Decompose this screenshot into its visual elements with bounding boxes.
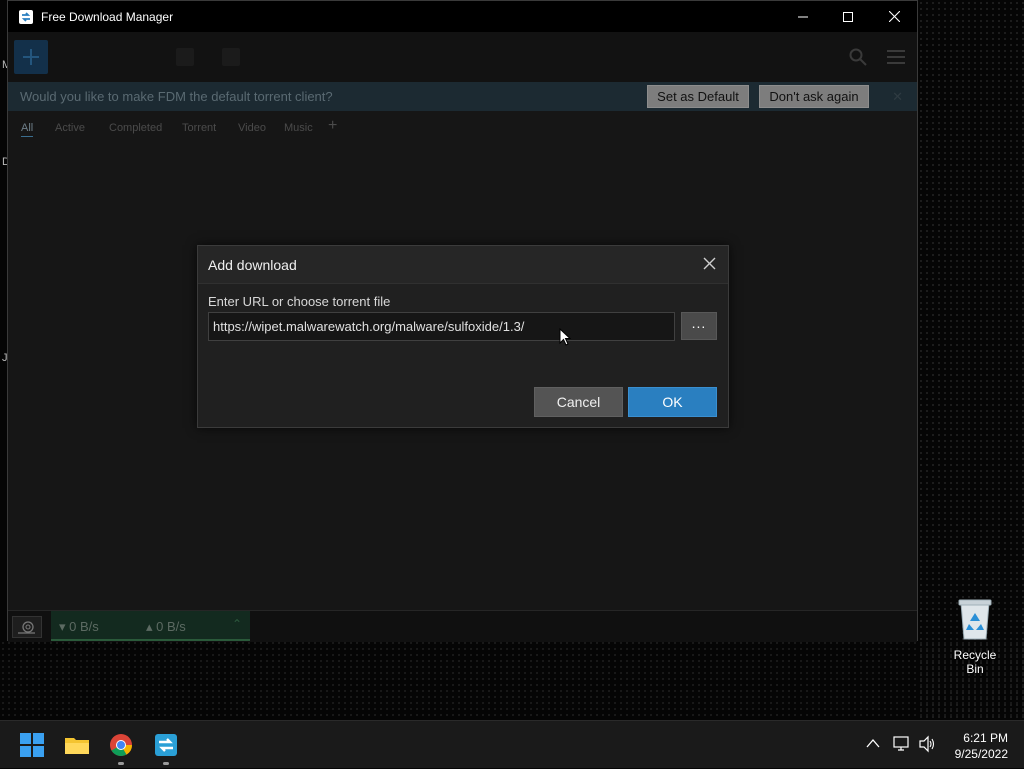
fdm-taskbar-button[interactable] [146,721,186,769]
fdm-logo-icon [19,9,33,24]
minimize-button[interactable] [780,1,826,32]
close-window-button[interactable] [871,1,917,32]
tab-video[interactable]: Video [238,122,266,134]
dont-ask-again-button[interactable]: Don't ask again [759,85,869,108]
chrome-button[interactable] [101,721,141,769]
clock-date: 9/25/2022 [954,747,1008,761]
status-bar: ▾ 0 B/s ▴ 0 B/s ⌃ [8,610,917,642]
url-input[interactable] [208,312,675,341]
desktop-background-lower [0,640,1024,720]
system-clock[interactable]: 6:21 PM 9/25/2022 [955,730,1008,762]
search-icon[interactable] [849,48,867,66]
upload-speed: ▴ 0 B/s [146,619,186,634]
title-bar[interactable]: Free Download Manager [8,1,917,32]
toolbar-pause-icon[interactable] [222,48,240,66]
notification-close-icon[interactable]: ✕ [892,89,903,105]
hamburger-menu-icon[interactable] [887,50,905,64]
add-filter-icon[interactable]: + [328,117,337,135]
recycle-bin-icon [958,599,992,640]
volume-icon[interactable] [918,735,936,753]
file-explorer-icon [65,738,89,754]
url-field-label: Enter URL or choose torrent file [208,294,391,309]
tab-active[interactable]: Active [55,122,85,134]
minimize-icon [798,16,808,17]
browse-button[interactable]: ... [681,312,717,340]
running-indicator [163,762,169,765]
speed-indicator[interactable]: ▾ 0 B/s ▴ 0 B/s ⌃ [51,611,250,641]
add-download-button[interactable] [14,40,48,74]
add-download-dialog: Add download Enter URL or choose torrent… [197,245,729,428]
recycle-bin-label: Recycle Bin [953,648,997,676]
chevron-up-icon[interactable] [866,738,880,748]
upload-speed-value: 0 B/s [156,619,186,634]
download-speed-value: 0 B/s [69,619,99,634]
maximize-button[interactable] [825,1,871,32]
default-client-notification: Would you like to make FDM the default t… [8,82,917,111]
dialog-close-icon[interactable] [703,257,716,270]
ok-button[interactable]: OK [628,387,717,417]
snail-mode-button[interactable] [12,616,42,638]
start-button[interactable] [12,721,52,769]
dialog-header[interactable]: Add download [198,246,728,284]
fdm-icon [155,734,177,756]
tab-completed[interactable]: Completed [109,122,162,134]
chrome-icon [110,734,132,756]
tab-torrent[interactable]: Torrent [182,122,216,134]
mouse-cursor-icon [559,328,571,346]
recycle-bin[interactable]: Recycle Bin [944,597,1006,676]
tab-all[interactable]: All [21,122,34,137]
window-title: Free Download Manager [41,9,174,24]
close-icon [888,11,900,22]
maximize-icon [843,11,853,22]
chevron-up-icon: ⌃ [231,617,242,631]
start-icon [20,733,44,757]
snail-icon [18,621,35,634]
running-indicator [118,762,124,765]
cancel-button[interactable]: Cancel [534,387,623,417]
dialog-title: Add download [208,257,297,273]
network-icon[interactable] [893,735,911,753]
toolbar-resume-icon[interactable] [176,48,194,66]
notification-text: Would you like to make FDM the default t… [20,89,333,104]
tab-music[interactable]: Music [284,122,313,134]
file-explorer-button[interactable] [57,721,97,769]
set-as-default-button[interactable]: Set as Default [647,85,749,108]
taskbar: 6:21 PM 9/25/2022 [0,720,1024,768]
toolbar [8,32,917,82]
plus-icon [23,49,39,65]
filter-tabs: All Active Completed Torrent Video Music… [8,111,917,141]
clock-time: 6:21 PM [963,731,1008,745]
download-speed: ▾ 0 B/s [59,619,99,634]
